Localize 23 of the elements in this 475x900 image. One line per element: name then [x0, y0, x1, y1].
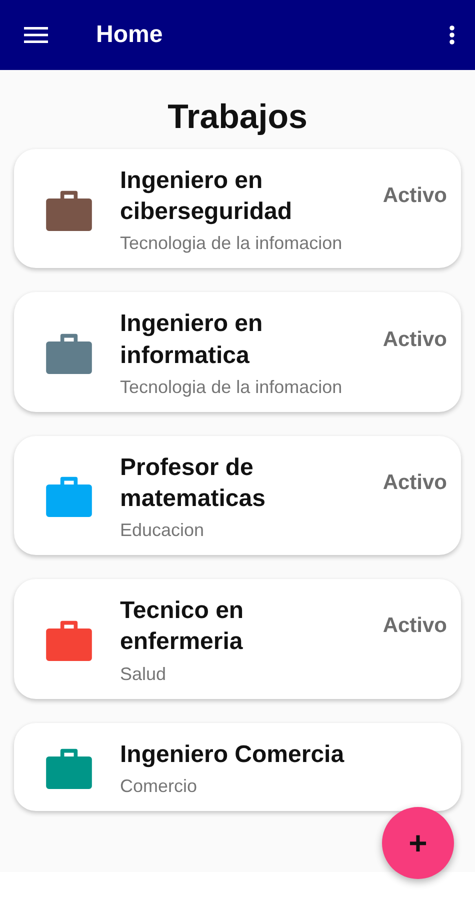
job-category: Comercio	[120, 776, 198, 797]
job-card[interactable]: Ingeniero en informatica Tecnologia de la infomacion Activo	[14, 292, 461, 412]
job-status: Activo	[382, 184, 447, 208]
job-card[interactable]: Profesor de matematicas Educacion Activo	[14, 436, 461, 556]
job-category: Salud	[120, 664, 168, 684]
job-status: Activo	[382, 614, 447, 638]
job-title: Ingeniero en ciberseguridad	[120, 166, 294, 228]
menu-icon[interactable]	[24, 26, 48, 44]
job-card[interactable]: Ingeniero en ciberseguridad Tecnologia de la infomacion Activo	[14, 149, 461, 268]
job-title: Profesor de matematicas	[120, 452, 266, 514]
job-status: Activo	[382, 328, 447, 352]
job-category: Educacion	[120, 520, 206, 542]
job-card[interactable]: Tecnico en enfermeria Salud Activo	[14, 579, 461, 698]
job-title: Ingeniero Comercia	[120, 740, 346, 770]
job-status: Activo	[382, 470, 447, 495]
job-title: Ingeniero en informatica	[120, 309, 264, 371]
page-heading: Trabajos	[168, 98, 308, 137]
app-bar-title: Home	[96, 21, 164, 49]
job-category: Tecnologia de la infomacion	[120, 376, 344, 398]
more-options-icon[interactable]	[449, 25, 455, 45]
job-card[interactable]: Ingeniero Comercia Comercio	[14, 722, 461, 811]
job-category: Tecnologia de la infomacion	[120, 233, 344, 254]
job-title: Tecnico en enfermeria	[120, 596, 245, 658]
